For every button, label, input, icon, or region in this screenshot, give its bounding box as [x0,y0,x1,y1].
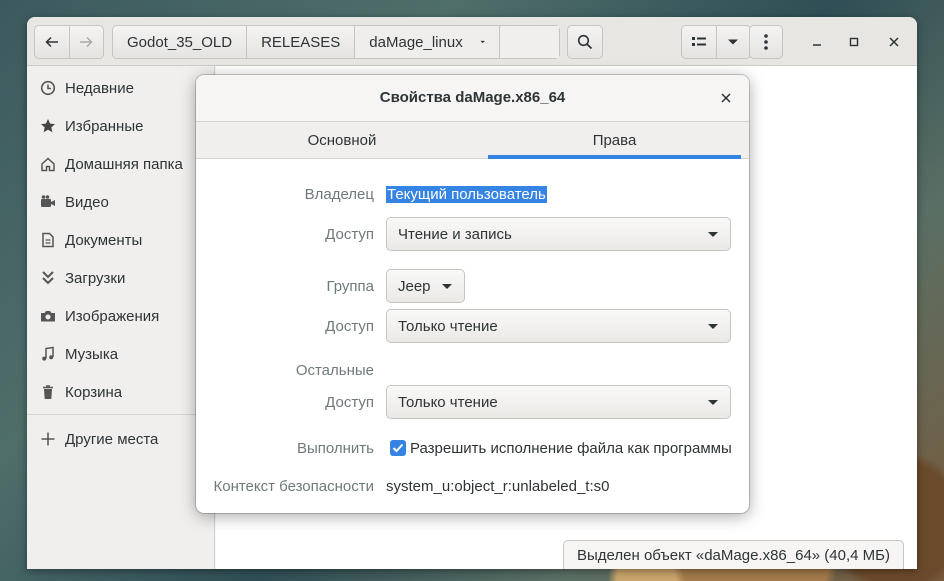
sidebar-item-recent[interactable]: Недавние [39,77,134,99]
sidebar-item-label: Загрузки [65,269,126,287]
owner-value-text: Текущий пользователь [386,186,547,203]
tab-permissions[interactable]: Права [488,122,741,159]
owner-label: Владелец [304,186,374,203]
breadcrumb-item[interactable]: RELEASES [247,26,356,58]
sidebar-item-other-places[interactable]: Другие места [39,428,158,450]
owner-access-value: Чтение и запись [398,225,512,243]
camera-icon [39,307,57,325]
sidebar-item-home[interactable]: Домашняя папка [39,153,183,175]
navigation-buttons [34,25,104,59]
others-access-dropdown[interactable]: Только чтение [386,385,731,419]
minimize-button[interactable] [805,34,829,50]
dialog-close-button[interactable] [717,89,735,107]
others-access-value: Только чтение [398,393,498,411]
group-label: Группа [326,278,374,295]
sidebar-item-pictures[interactable]: Изображения [39,305,159,327]
maximize-button[interactable] [842,34,866,50]
clock-icon [39,79,57,97]
status-bar: Выделен объект «daMage.x86_64» (40,4 МБ) [563,540,904,569]
arrow-right-icon [80,36,94,48]
group-access-dropdown[interactable]: Только чтение [386,309,731,343]
maximize-icon [849,37,859,47]
sidebar-divider [27,414,215,415]
breadcrumb-item-current[interactable]: daMage_linux [355,26,500,58]
properties-dialog: Свойства daMage.x86_64 Основной Права Вл… [196,75,749,513]
list-view-button[interactable] [682,26,716,58]
group-access-label: Доступ [325,318,374,335]
security-context-label: Контекст безопасности [213,478,374,495]
download-icon [39,269,57,287]
chevron-down-icon [708,400,718,405]
kebab-menu-icon [764,34,768,50]
breadcrumb: Godot_35_OLD RELEASES daMage_linux [112,25,560,59]
status-text: Выделен объект «daMage.x86_64» (40,4 МБ) [577,546,890,564]
sidebar-item-trash[interactable]: Корзина [39,381,122,403]
checkmark-icon [392,443,404,453]
sidebar-item-video[interactable]: Видео [39,191,109,213]
owner-access-dropdown[interactable]: Чтение и запись [386,217,731,251]
chevron-down-icon [728,39,739,45]
tab-basic[interactable]: Основной [196,122,488,159]
breadcrumb-item[interactable]: Godot_35_OLD [113,26,248,58]
security-context-value: system_u:object_r:unlabeled_t:s0 [386,478,610,495]
group-dropdown[interactable]: Jeep [386,269,465,303]
close-window-button[interactable] [882,34,906,50]
others-label: Остальные [295,362,374,379]
tab-label: Права [592,132,637,149]
sidebar-item-documents[interactable]: Документы [39,229,142,251]
trash-icon [39,383,57,401]
tab-label: Основной [307,132,377,149]
video-icon [39,193,57,211]
sidebar-item-starred[interactable]: Избранные [39,115,143,137]
dialog-tabs: Основной Права [196,122,749,159]
owner-value[interactable]: Текущий пользователь [386,186,547,203]
view-options-group [681,25,751,59]
execute-checkbox[interactable] [390,440,406,456]
search-icon [577,34,593,50]
sidebar-item-label: Документы [65,231,143,249]
others-access-label: Доступ [325,394,374,411]
chevron-down-icon [708,324,718,329]
headerbar: Godot_35_OLD RELEASES daMage_linux [27,17,917,66]
active-tab-indicator [488,155,741,159]
search-button[interactable] [567,25,603,59]
sidebar: Недавние Избранные Домашняя папка Видео … [27,66,215,569]
sidebar-item-label: Другие места [65,430,159,448]
view-options-dropdown[interactable] [715,26,750,58]
star-icon [39,117,57,135]
sidebar-item-label: Избранные [65,117,144,135]
group-access-value: Только чтение [398,317,498,335]
owner-access-label: Доступ [325,226,374,243]
document-icon [39,231,57,249]
sidebar-item-music[interactable]: Музыка [39,343,118,365]
breadcrumb-current-label: daMage_linux [369,33,463,51]
group-value: Jeep [398,277,431,295]
sidebar-item-label: Недавние [65,79,134,97]
chevron-down-icon [708,232,718,237]
execute-checkbox-label[interactable]: Разрешить исполнение файла как программы [410,440,732,457]
close-icon [721,93,731,103]
dialog-title: Свойства daMage.x86_64 [379,89,566,106]
list-view-icon [691,37,706,46]
sidebar-item-downloads[interactable]: Загрузки [39,267,125,289]
sidebar-item-label: Видео [65,193,109,211]
back-button[interactable] [35,26,69,58]
arrow-left-icon [45,36,58,48]
sidebar-item-label: Изображения [65,307,160,325]
plus-icon [39,430,57,448]
breadcrumb-empty-space [499,26,559,58]
home-icon [39,155,57,173]
sidebar-item-label: Домашняя папка [65,155,183,173]
forward-button[interactable] [68,26,103,58]
sidebar-item-label: Корзина [65,383,123,401]
chevron-down-icon [442,284,452,289]
chevron-down-icon [480,40,485,44]
minimize-icon [813,44,821,46]
menu-button[interactable] [749,25,783,59]
sidebar-item-label: Музыка [65,345,119,363]
execute-label: Выполнить [296,440,374,457]
close-icon [889,37,899,47]
music-icon [39,345,57,363]
dialog-header: Свойства daMage.x86_64 [196,75,749,122]
